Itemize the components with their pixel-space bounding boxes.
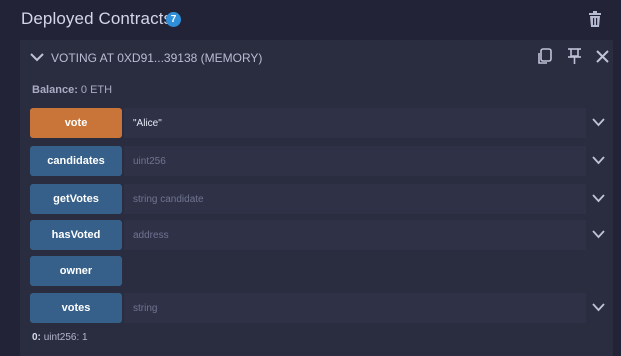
hasvoted-button[interactable]: hasVoted	[30, 220, 122, 250]
hasvoted-input[interactable]: address	[124, 220, 586, 250]
balance-label: Balance:	[32, 84, 78, 96]
votes-button[interactable]: votes	[30, 293, 122, 323]
pin-icon[interactable]	[567, 48, 582, 65]
chevron-down-icon[interactable]	[592, 194, 605, 203]
chevron-down-icon[interactable]	[30, 52, 44, 62]
trash-icon[interactable]	[588, 11, 602, 27]
section-title: Deployed Contracts	[21, 9, 173, 28]
result-value: uint256: 1	[43, 332, 88, 343]
vote-button[interactable]: vote	[30, 108, 122, 138]
call-result: 0: uint256: 1	[32, 332, 88, 343]
candidates-input[interactable]: uint256	[124, 146, 586, 176]
balance-value: 0 ETH	[80, 84, 113, 96]
instance-header[interactable]: VOTING AT 0XD91...39138 (MEMORY)	[20, 40, 613, 76]
balance: Balance: 0 ETH	[32, 84, 112, 96]
copy-icon[interactable]	[537, 48, 552, 65]
result-index: 0:	[32, 332, 41, 343]
chevron-down-icon[interactable]	[592, 118, 605, 127]
close-icon[interactable]	[596, 50, 609, 63]
chevron-down-icon[interactable]	[592, 156, 605, 165]
owner-button[interactable]: owner	[30, 256, 122, 286]
getvotes-input[interactable]: string candidate	[124, 184, 586, 214]
chevron-down-icon[interactable]	[592, 230, 605, 239]
getvotes-button[interactable]: getVotes	[30, 184, 122, 214]
vote-input[interactable]: "Alice"	[124, 108, 586, 138]
votes-input[interactable]: string	[124, 293, 586, 323]
contract-count-badge: 7	[166, 12, 181, 27]
chevron-down-icon[interactable]	[592, 303, 605, 312]
instance-title[interactable]: VOTING AT 0XD91...39138 (MEMORY)	[51, 51, 262, 65]
candidates-button[interactable]: candidates	[30, 146, 122, 176]
contract-instance-panel: VOTING AT 0XD91...39138 (MEMORY) Balance…	[20, 40, 613, 356]
deployed-contracts-header: Deployed Contracts 7	[0, 0, 621, 38]
